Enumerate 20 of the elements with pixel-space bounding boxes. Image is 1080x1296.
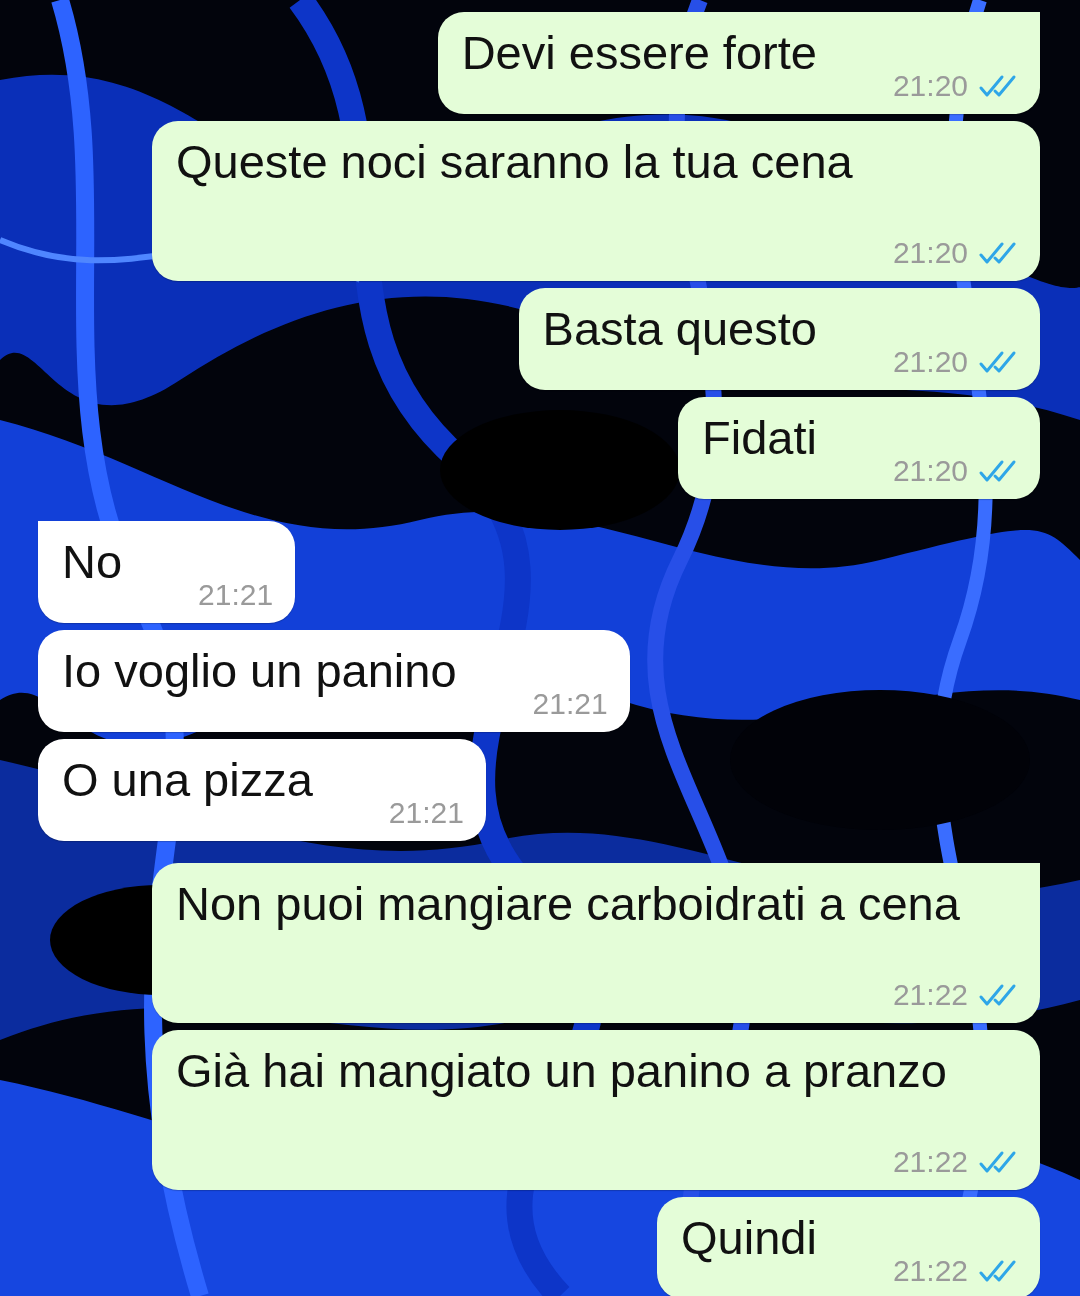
message-time: 21:20 xyxy=(892,453,968,489)
message-text: Devi essere forte xyxy=(461,25,817,81)
message-time: 21:22 xyxy=(892,977,968,1013)
message-time: 21:20 xyxy=(892,235,968,271)
message-text: O una pizza xyxy=(62,752,313,808)
message-text: Fidati xyxy=(702,410,817,466)
message-text: Quindi xyxy=(681,1210,817,1266)
message-time: 21:20 xyxy=(892,344,968,380)
message-text: Non puoi mangiare carboidrati a cena xyxy=(176,876,960,932)
message-time: 21:22 xyxy=(892,1253,968,1289)
message-time: 21:21 xyxy=(198,577,274,613)
message-text: Io voglio un panino xyxy=(62,643,457,699)
message-time: 21:21 xyxy=(388,795,464,831)
message-text: Queste noci saranno la tua cena xyxy=(176,134,853,190)
message-time: 21:20 xyxy=(892,68,968,104)
message-text: No xyxy=(62,534,123,590)
message-time: 21:21 xyxy=(532,686,608,722)
message-text: Basta questo xyxy=(542,301,817,357)
message-text: Già hai mangiato un panino a pranzo xyxy=(176,1043,947,1099)
message-time: 21:22 xyxy=(892,1144,968,1180)
